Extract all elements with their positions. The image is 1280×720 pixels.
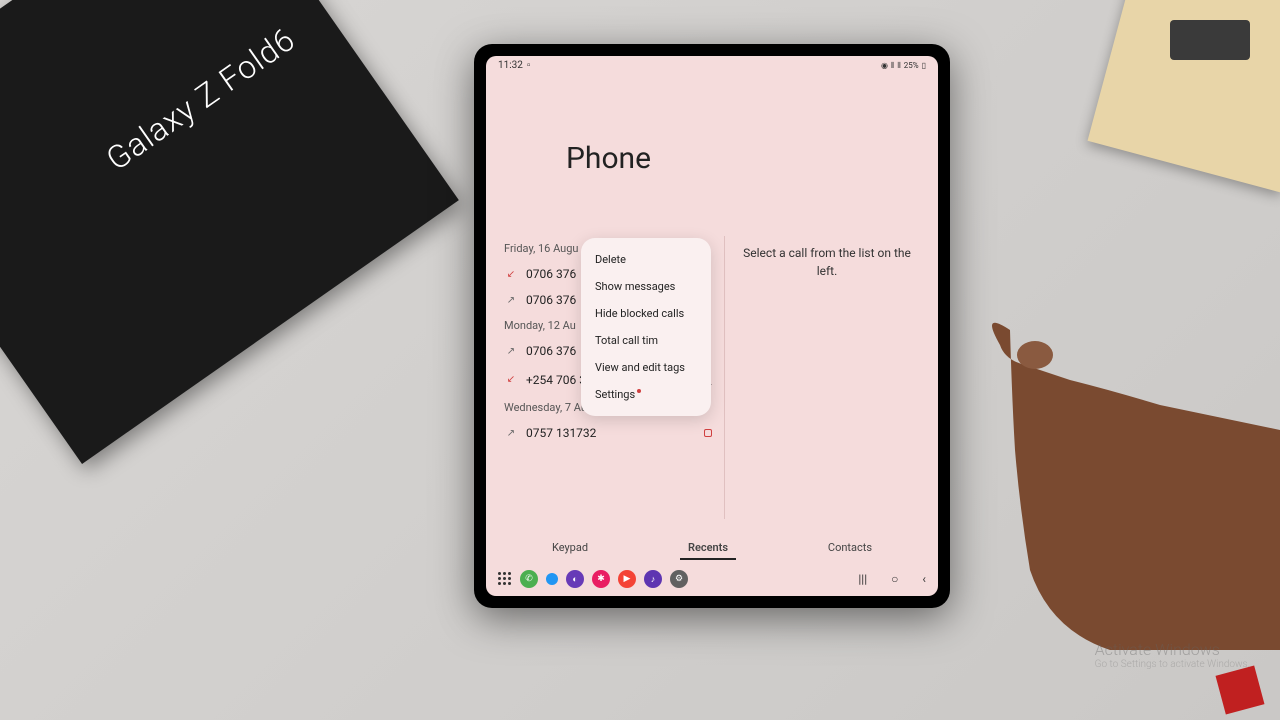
main-content: Friday, 16 Augu ↙ 0706 376 ↗ 0706 376 Mo…	[486, 236, 938, 529]
menu-total-time[interactable]: Total call tim	[581, 327, 711, 354]
music-app-icon[interactable]: ♪	[644, 570, 662, 588]
menu-settings[interactable]: Settings	[581, 381, 711, 408]
outgoing-call-icon: ↗	[504, 344, 518, 358]
battery-percentage: 25%	[904, 61, 919, 70]
windows-watermark: Activate Windows Go to Settings to activ…	[1095, 640, 1250, 670]
call-number: 0757 131732	[526, 426, 696, 440]
page-title: Phone	[566, 141, 938, 176]
system-taskbar: ✆ ◐ ✱ ▶ ♪ ⚙ ||| ○ ‹	[486, 564, 938, 596]
signal-icon-2: ⫴	[897, 61, 900, 71]
phone-app-icon[interactable]: ✆	[520, 570, 538, 588]
missed-call-icon: ↙	[504, 267, 518, 281]
settings-app-icon[interactable]: ⚙	[670, 570, 688, 588]
menu-delete[interactable]: Delete	[581, 246, 711, 273]
browser-app-icon[interactable]: ◐	[566, 570, 584, 588]
missed-call-icon: ↙	[504, 373, 518, 387]
battery-icon: ▯	[922, 61, 926, 70]
phone-device-frame: 11:32 ▫ ◉ ⫴ ⫴ 25% ▯ Phone Friday, 16 Aug…	[474, 44, 950, 608]
outgoing-call-icon: ↗	[504, 426, 518, 440]
menu-show-messages[interactable]: Show messages	[581, 273, 711, 300]
youtube-app-icon[interactable]: ▶	[618, 570, 636, 588]
status-time: 11:32	[498, 60, 523, 71]
app-header: Phone	[486, 75, 938, 236]
empty-state-text: Select a call from the list on the left.	[736, 244, 918, 280]
app-drawer-icon[interactable]	[498, 572, 512, 586]
nav-recents[interactable]: |||	[858, 572, 867, 586]
messages-app-icon[interactable]	[546, 573, 558, 585]
outgoing-call-icon: ↗	[504, 293, 518, 307]
detail-pane: Select a call from the list on the left.	[716, 236, 938, 529]
calendar-icon: ▫	[527, 60, 531, 71]
call-item[interactable]: ↗ 0757 131732	[504, 420, 716, 446]
bottom-tabs: Keypad Recents Contacts	[486, 529, 938, 564]
nav-home[interactable]: ○	[891, 572, 898, 586]
status-bar: 11:32 ▫ ◉ ⫴ ⫴ 25% ▯	[486, 56, 938, 75]
signal-icon: ⫴	[891, 61, 894, 71]
nav-back[interactable]: ‹	[922, 572, 926, 586]
menu-view-tags[interactable]: View and edit tags	[581, 354, 711, 381]
menu-hide-blocked[interactable]: Hide blocked calls	[581, 300, 711, 327]
tab-contacts[interactable]: Contacts	[820, 537, 880, 560]
tab-recents[interactable]: Recents	[680, 537, 736, 560]
call-timestamp	[704, 429, 712, 437]
options-menu: Delete Show messages Hide blocked calls …	[581, 238, 711, 416]
background-hinge	[1170, 20, 1250, 60]
channel-badge	[1216, 666, 1265, 715]
gallery-app-icon[interactable]: ✱	[592, 570, 610, 588]
pane-divider	[724, 236, 725, 519]
tab-keypad[interactable]: Keypad	[544, 537, 596, 560]
wifi-icon: ◉	[881, 61, 888, 70]
video-call-icon	[704, 429, 712, 437]
phone-screen: 11:32 ▫ ◉ ⫴ ⫴ 25% ▯ Phone Friday, 16 Aug…	[486, 56, 938, 596]
